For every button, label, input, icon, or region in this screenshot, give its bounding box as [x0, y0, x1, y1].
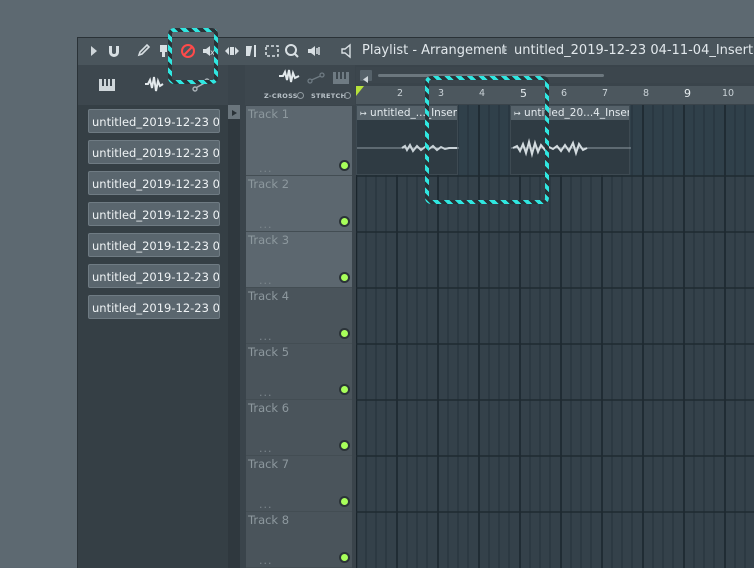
track-header[interactable]: Track 1 ...: [246, 106, 352, 176]
scroll-up-button[interactable]: [228, 105, 240, 119]
track-dots: ...: [259, 330, 273, 343]
bar-number: 9: [684, 87, 691, 100]
timeline-ruler[interactable]: 2 3 4 5 6 7 8 9 10: [356, 86, 754, 104]
play-arrow-icon[interactable]: [86, 43, 102, 59]
track-dots: ...: [259, 442, 273, 455]
track-name: Track 6: [248, 401, 290, 415]
track-header[interactable]: Track 6 ...: [246, 400, 352, 456]
zcross-toggle[interactable]: [297, 92, 304, 99]
playlist-title: Playlist - Arrangement: [362, 43, 507, 58]
track-header[interactable]: Track 8 ...: [246, 512, 352, 568]
track-mute-led[interactable]: [341, 218, 348, 225]
track-name: Track 3: [248, 233, 290, 247]
pattern-name[interactable]: untitled_2019-12-23 04-11-04_Insert 1: [514, 43, 754, 58]
select-icon[interactable]: [264, 43, 280, 59]
track-mute-led[interactable]: [341, 554, 348, 561]
track-header[interactable]: Track 2 ...: [246, 176, 352, 232]
browser-clip-item[interactable]: untitled_2019-12-23 03-...: [88, 140, 220, 164]
track-dots: ...: [259, 162, 273, 175]
playhead-marker-icon[interactable]: [356, 86, 366, 104]
slice-icon[interactable]: [244, 43, 260, 59]
track-mute-led[interactable]: [341, 162, 348, 169]
playlist-grid[interactable]: ↦ untitled_..._Insert 1 ↦ untitled_20...…: [356, 105, 754, 568]
track-header[interactable]: Track 5 ...: [246, 344, 352, 400]
breadcrumb-arrow-icon: [502, 46, 507, 54]
track-name: Track 4: [248, 289, 290, 303]
audio-wave-icon[interactable]: [278, 68, 300, 87]
zoom-icon[interactable]: [284, 43, 300, 59]
track-mute-led[interactable]: [341, 330, 348, 337]
audio-clip-icon[interactable]: [144, 75, 164, 97]
scroll-left-button[interactable]: [360, 70, 372, 83]
stretch-toggle[interactable]: [344, 92, 351, 99]
track-header[interactable]: Track 4 ...: [246, 288, 352, 344]
browser-clip-item[interactable]: untitled_2019-12-23 04-...: [88, 295, 220, 319]
browser-clip-item[interactable]: untitled_2019-12-23 03-...: [88, 109, 220, 133]
track-mute-led[interactable]: [341, 442, 348, 449]
automation-icon[interactable]: [307, 69, 325, 88]
browser-clip-item[interactable]: untitled_2019-12-23 04-...: [88, 233, 220, 257]
tracks-header: Z-CROSS STRETCH: [245, 65, 355, 105]
browser-clip-item[interactable]: untitled_2019-12-23 04-...: [88, 264, 220, 288]
track-name: Track 8: [248, 513, 290, 527]
magnet-icon[interactable]: [106, 43, 122, 59]
desktop-background: x Playlist - Arrangement: [0, 0, 754, 568]
slip-icon[interactable]: [224, 43, 240, 59]
track-dots: ...: [259, 274, 273, 287]
zcross-label: Z-CROSS: [264, 92, 298, 100]
track-header[interactable]: Track 7 ...: [246, 456, 352, 512]
speaker-icon[interactable]: [340, 43, 356, 59]
clip-browser: untitled_2019-12-23 03-... untitled_2019…: [78, 105, 228, 568]
pencil-icon[interactable]: [136, 43, 152, 59]
browser-clip-item[interactable]: untitled_2019-12-23 03-...: [88, 171, 220, 195]
track-header[interactable]: Track 3 ...: [246, 232, 352, 288]
playlist-window: x Playlist - Arrangement: [77, 28, 754, 568]
track-mute-led[interactable]: [341, 386, 348, 393]
pattern-icon[interactable]: [333, 69, 349, 88]
track-name: Track 7: [248, 457, 290, 471]
browser-scrollbar[interactable]: [228, 105, 240, 568]
highlight-delete-tool: [168, 28, 218, 84]
bar-number: 7: [602, 88, 609, 99]
playback-icon[interactable]: [306, 43, 322, 59]
track-mute-led[interactable]: [341, 274, 348, 281]
bar-number: 10: [722, 88, 735, 99]
bar-number: 8: [643, 88, 650, 99]
track-dots: ...: [259, 554, 273, 567]
bar-number: 2: [397, 88, 404, 99]
highlight-region: [425, 76, 549, 204]
track-mute-led[interactable]: [341, 498, 348, 505]
track-dots: ...: [259, 498, 273, 511]
bar-number: 6: [561, 88, 568, 99]
track-dots: ...: [259, 218, 273, 231]
track-name: Track 1: [248, 107, 290, 121]
window-title: Playlist - Arrangement: [362, 43, 507, 58]
playlist-scrollbar[interactable]: [356, 67, 754, 83]
stretch-label: STRETCH: [311, 92, 347, 100]
piano-icon[interactable]: [99, 77, 115, 96]
track-dots: ...: [259, 386, 273, 399]
track-name: Track 5: [248, 345, 290, 359]
clip-arrow-icon: ↦: [360, 109, 367, 118]
track-name: Track 2: [248, 177, 290, 191]
browser-clip-item[interactable]: untitled_2019-12-23 03-...: [88, 202, 220, 226]
